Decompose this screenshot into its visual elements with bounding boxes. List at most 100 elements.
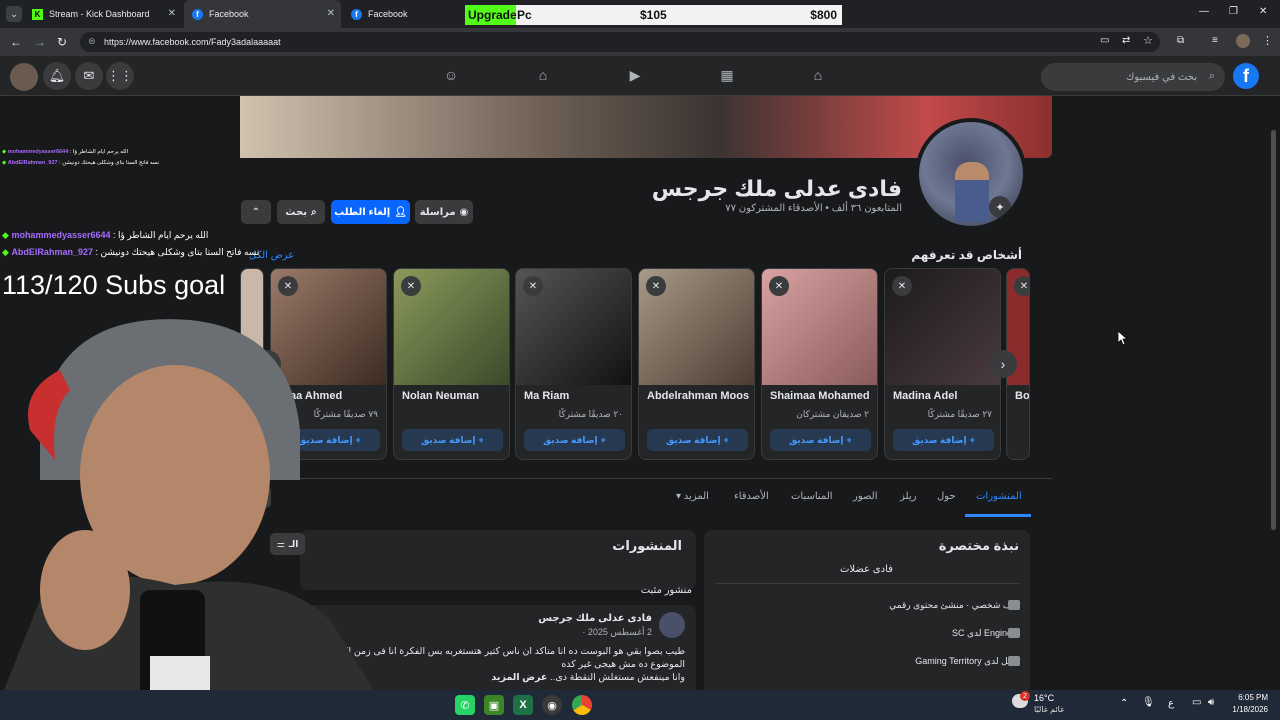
post-author[interactable]: فادى عدلى ملك جرجس: [500, 613, 652, 624]
collapse-button[interactable]: ⌃: [241, 200, 271, 224]
extensions-icon[interactable]: ⧉: [1177, 35, 1184, 46]
maximize-icon[interactable]: ❐: [1229, 6, 1238, 17]
tab-title: Stream - Kick Dashboard: [49, 9, 150, 19]
obs-icon[interactable]: ◉: [542, 695, 562, 715]
close-window-icon[interactable]: ✕: [1259, 6, 1267, 17]
post-author-avatar[interactable]: [659, 612, 685, 638]
messenger-icon: ◉: [459, 206, 469, 218]
active-tab-indicator: [965, 514, 1031, 517]
clock-date[interactable]: 1/18/2026: [1222, 705, 1268, 714]
close-icon[interactable]: ✕: [168, 8, 176, 19]
friend-suggestion-card[interactable]: ✕ Abdelrahman Moos إضافة صديق +: [638, 268, 755, 460]
minimize-icon[interactable]: —: [1199, 6, 1209, 17]
story-ring-icon[interactable]: ✦: [989, 196, 1011, 218]
marketplace-icon[interactable]: ⌂: [534, 67, 552, 85]
chevron-up-icon[interactable]: ⌃: [1120, 698, 1128, 709]
mutual-friends: ٢٧ صديقًا مشتركًا: [927, 409, 992, 419]
watch-icon[interactable]: ▶: [626, 67, 644, 85]
tab-events[interactable]: المناسبات: [791, 491, 833, 502]
post-date[interactable]: 2 أغسطس 2025 ·: [560, 627, 652, 638]
add-friend-button[interactable]: إضافة صديق +: [770, 429, 871, 451]
tab-more[interactable]: المزيد ▾: [676, 491, 709, 502]
friend-suggestion-card[interactable]: ✕ Madina Adel ٢٧ صديقًا مشتركًا إضافة صد…: [884, 268, 1001, 460]
clock-time[interactable]: 6:05 PM: [1226, 693, 1268, 702]
info-icon: [1008, 600, 1020, 610]
forward-icon[interactable]: →: [34, 35, 46, 49]
weather-temp[interactable]: 16°C: [1034, 693, 1054, 703]
tab-friends[interactable]: الأصدقاء: [734, 491, 769, 502]
translate-icon[interactable]: ⇄: [1122, 35, 1130, 46]
tab-facebook[interactable]: f Facebook: [343, 0, 460, 28]
search-profile-button[interactable]: بحث ⌕: [277, 200, 325, 224]
reading-list-icon[interactable]: ≡: [1212, 35, 1218, 46]
close-icon[interactable]: ✕: [892, 276, 912, 296]
subs-goal-text: 113/120 Subs goal: [2, 270, 226, 300]
groups-icon[interactable]: ☺: [442, 67, 460, 85]
message-button[interactable]: مراسلة ◉: [415, 200, 473, 224]
back-icon[interactable]: ←: [10, 35, 22, 49]
tab-about[interactable]: حول: [937, 491, 956, 502]
tab-search-button[interactable]: ⌄: [6, 6, 22, 22]
keyboard-language[interactable]: ع: [1168, 698, 1174, 709]
excel-icon[interactable]: X: [513, 695, 533, 715]
chat-badge-icon: ◆: [2, 247, 9, 257]
close-icon[interactable]: ✕: [769, 276, 789, 296]
whatsapp-icon[interactable]: ✆: [455, 695, 475, 715]
search-icon: ⌕: [1208, 70, 1215, 82]
hand: [40, 530, 130, 650]
close-icon[interactable]: ✕: [278, 276, 298, 296]
carousel-next-button[interactable]: ›: [989, 350, 1017, 378]
mutual-friends: ٢ صديقان مشتركان: [796, 409, 869, 419]
page-scrollbar[interactable]: [1271, 130, 1276, 530]
suggestion-name[interactable]: Ma Riam: [524, 390, 569, 402]
close-icon[interactable]: ✕: [523, 276, 543, 296]
close-icon[interactable]: ✕: [1014, 276, 1029, 296]
menu-grid-icon[interactable]: ⋮⋮: [106, 62, 134, 90]
suggestion-name[interactable]: Abdelrahman Moos: [647, 390, 749, 402]
cancel-request-button[interactable]: إلغاء الطلب 👤︎: [331, 200, 410, 224]
close-icon[interactable]: ✕: [401, 276, 421, 296]
close-icon[interactable]: ✕: [327, 8, 335, 19]
tab-photos[interactable]: الصور: [853, 491, 878, 502]
volume-icon[interactable]: 🔊︎: [1208, 697, 1214, 708]
facebook-search-input[interactable]: بحث في فيسبوك ⌕: [1041, 63, 1225, 91]
suggestion-name[interactable]: Shaimaa Mohamed: [770, 390, 870, 402]
tab-posts[interactable]: المنشورات: [976, 491, 1022, 502]
add-friend-button[interactable]: إضافة صديق +: [647, 429, 748, 451]
bookmark-star-icon[interactable]: ☆: [1143, 34, 1153, 47]
see-more-link[interactable]: عرض المزيد: [491, 672, 547, 683]
tab-kick-dashboard[interactable]: K Stream - Kick Dashboard ✕: [24, 0, 182, 28]
chevron-up-icon: ⌃: [251, 206, 261, 218]
messenger-icon[interactable]: ✉: [75, 62, 103, 90]
reload-icon[interactable]: ↻: [57, 35, 67, 49]
tab-facebook-active[interactable]: f Facebook ✕: [184, 0, 341, 28]
home-icon[interactable]: ⌂: [809, 67, 827, 85]
tab-reels[interactable]: ريلز: [900, 491, 916, 502]
chat-message: ◆ AbdElRahman_927 : نسه فاتح الستا بتاى …: [2, 160, 159, 166]
add-friend-button[interactable]: إضافة صديق +: [893, 429, 994, 451]
weather-desc[interactable]: غائم غالبًا: [1034, 705, 1064, 714]
url-input[interactable]: ⊜ https://www.facebook.com/Fady3adalaaaa…: [80, 32, 1160, 52]
profile-stats[interactable]: المتابعون ٣٦ ألف • الأصدقاء المشتركون ٧٧: [602, 203, 902, 214]
network-icon[interactable]: ▭: [1192, 697, 1201, 708]
chrome-icon[interactable]: [572, 695, 592, 715]
minecraft-icon[interactable]: ▣: [484, 695, 504, 715]
profile-picture[interactable]: ✦: [915, 118, 1027, 230]
notification-badge: 2: [1020, 691, 1030, 701]
friend-suggestion-card[interactable]: ✕ Shaimaa Mohamed ٢ صديقان مشتركان إضافة…: [761, 268, 878, 460]
suggestion-name[interactable]: Madina Adel: [893, 390, 957, 402]
facebook-logo[interactable]: f: [1233, 63, 1259, 89]
add-friend-button[interactable]: إضافة صديق +: [524, 429, 625, 451]
account-avatar[interactable]: [10, 63, 38, 91]
microphone-icon[interactable]: 🎙︎: [1142, 697, 1155, 708]
suggestion-name[interactable]: Bos: [1015, 390, 1029, 402]
friend-suggestion-card[interactable]: ✕ Ma Riam ٢٠ صديقًا مشتركًا إضافة صديق +: [515, 268, 632, 460]
notifications-icon[interactable]: 🔔︎: [43, 62, 71, 90]
search-label: بحث: [285, 206, 307, 218]
browser-profile-avatar[interactable]: [1236, 34, 1250, 48]
browser-menu-icon[interactable]: ⋮: [1262, 34, 1273, 47]
gaming-icon[interactable]: ▦: [718, 67, 736, 85]
close-icon[interactable]: ✕: [646, 276, 666, 296]
cast-icon[interactable]: ▭: [1100, 35, 1109, 46]
site-info-icon[interactable]: ⊜: [88, 36, 96, 47]
